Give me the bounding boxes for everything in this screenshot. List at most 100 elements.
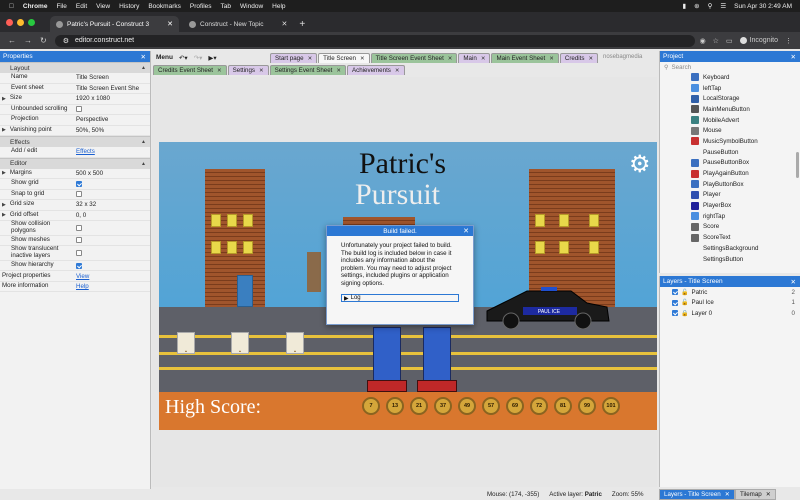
property-value[interactable]: [75, 224, 150, 231]
editor-tab[interactable]: Credits ✕: [559, 53, 599, 63]
property-value[interactable]: View: [75, 273, 150, 280]
editor-tab[interactable]: Credits Event Sheet ✕: [153, 65, 227, 75]
close-tab-icon[interactable]: ✕: [167, 20, 173, 28]
giraffe-sprite[interactable]: ▲: [231, 332, 249, 354]
property-value[interactable]: 500 x 500: [75, 170, 150, 177]
collapse-icon[interactable]: ▲: [141, 65, 146, 71]
unlock-icon[interactable]: 🔓: [681, 289, 688, 296]
project-item[interactable]: rightTap: [660, 211, 800, 222]
property-checkbox[interactable]: [76, 180, 82, 187]
property-value[interactable]: 0, 0: [75, 212, 150, 219]
back-icon[interactable]: ←: [8, 36, 16, 45]
project-search[interactable]: ⚲ Search: [660, 62, 800, 72]
score-coin[interactable]: 57: [482, 397, 500, 415]
section-effects[interactable]: Effects ▲: [0, 136, 150, 147]
close-panel-icon[interactable]: ✕: [141, 53, 146, 61]
maximize-window-button[interactable]: [28, 19, 35, 26]
section-editor[interactable]: Editor ▲: [0, 157, 150, 169]
menu-help[interactable]: Help: [272, 3, 285, 10]
game-title-line1[interactable]: Patric's: [359, 147, 446, 181]
patric-character-sprite[interactable]: [307, 252, 321, 292]
bottom-tab[interactable]: Tilemap ✕: [734, 489, 776, 500]
browser-tab-new-topic[interactable]: Construct - New Topic ✕: [183, 16, 293, 32]
editor-tab[interactable]: Main Event Sheet ✕: [491, 53, 559, 63]
property-checkbox[interactable]: [76, 249, 82, 256]
giraffe-sprite[interactable]: ▲: [177, 332, 195, 354]
property-value[interactable]: Perspective: [75, 116, 150, 123]
property-value[interactable]: Effects: [75, 148, 150, 155]
property-value[interactable]: [75, 191, 150, 198]
bookmark-star-icon[interactable]: ☆: [713, 37, 719, 45]
editor-tab[interactable]: Settings ✕: [227, 65, 269, 75]
property-value[interactable]: Title Screen: [75, 74, 150, 81]
score-coin[interactable]: 101: [602, 397, 620, 415]
editor-tab[interactable]: Title Screen ✕: [318, 53, 370, 63]
search-spotlight-icon[interactable]: ⚲: [708, 2, 713, 10]
property-checkbox[interactable]: [76, 224, 82, 231]
control-center-icon[interactable]: ☰: [720, 2, 726, 10]
close-tab-icon[interactable]: ✕: [589, 56, 594, 62]
project-item[interactable]: PauseButtonBox: [660, 158, 800, 169]
game-title-line2[interactable]: Pursuit: [355, 178, 440, 212]
layer-row[interactable]: 🔒 Layer 0 0: [660, 308, 800, 319]
left-building[interactable]: [205, 169, 265, 307]
menu-tab[interactable]: Tab: [221, 3, 231, 10]
menubar-app-name[interactable]: Chrome: [23, 3, 48, 10]
editor-tab[interactable]: Title Screen Event Sheet ✕: [370, 53, 458, 63]
layer-row[interactable]: 🔓 Patric 2: [660, 287, 800, 298]
settings-gear-icon[interactable]: ⚙: [629, 150, 651, 179]
project-item[interactable]: SettingsButton: [660, 254, 800, 265]
project-item[interactable]: MainMenuButton: [660, 104, 800, 115]
property-value[interactable]: 32 x 32: [75, 201, 150, 208]
eye-off-icon[interactable]: ◉: [700, 37, 706, 45]
lock-icon[interactable]: 🔒: [681, 310, 688, 317]
editor-tab[interactable]: Settings Event Sheet ✕: [269, 65, 347, 75]
property-value[interactable]: [75, 237, 150, 244]
project-scrollbar[interactable]: [796, 152, 799, 178]
score-coin[interactable]: 49: [458, 397, 476, 415]
log-expander[interactable]: ▶ Log: [341, 294, 459, 302]
layer-visible-checkbox[interactable]: [672, 289, 678, 296]
section-layout[interactable]: Layout ▲: [0, 62, 150, 73]
close-panel-icon[interactable]: ✕: [791, 278, 796, 286]
menu-edit[interactable]: Edit: [76, 3, 87, 10]
incognito-badge[interactable]: Incognito: [739, 37, 778, 44]
collapse-icon[interactable]: ▲: [141, 161, 146, 167]
menu-file[interactable]: File: [56, 3, 66, 10]
close-tab-icon[interactable]: ✕: [336, 68, 341, 74]
property-checkbox[interactable]: [76, 106, 82, 113]
property-checkbox[interactable]: [76, 191, 82, 198]
unlock-icon[interactable]: 🔓: [681, 299, 688, 306]
score-coin[interactable]: 69: [506, 397, 524, 415]
property-value[interactable]: [75, 262, 150, 269]
project-item[interactable]: SettingsBackground: [660, 243, 800, 254]
property-link[interactable]: Help: [76, 283, 89, 290]
menu-history[interactable]: History: [119, 3, 139, 10]
property-link[interactable]: View: [76, 273, 89, 280]
menu-button[interactable]: Menu: [156, 54, 173, 61]
property-checkbox[interactable]: [76, 237, 82, 244]
url-field[interactable]: ⚙ editor.construct.net: [54, 34, 695, 47]
property-value[interactable]: Help: [75, 283, 150, 290]
close-tab-icon[interactable]: ✕: [481, 56, 486, 62]
property-checkbox[interactable]: [76, 262, 82, 269]
project-item[interactable]: Score: [660, 222, 800, 233]
property-value[interactable]: 50%, 50%: [75, 127, 150, 134]
close-window-button[interactable]: [6, 19, 13, 26]
layer-row[interactable]: 🔓 Paul Ice 1: [660, 298, 800, 309]
project-item[interactable]: ScoreText: [660, 232, 800, 243]
editor-tab[interactable]: Achievements ✕: [347, 65, 405, 75]
close-tab-icon[interactable]: ✕: [725, 491, 730, 498]
close-tab-icon[interactable]: ✕: [549, 56, 554, 62]
menu-profiles[interactable]: Profiles: [190, 3, 212, 10]
project-item[interactable]: PlayAgainButton: [660, 168, 800, 179]
project-item[interactable]: PlayerBox: [660, 200, 800, 211]
high-score-label[interactable]: High Score:: [165, 396, 261, 419]
more-menu-icon[interactable]: ⋮: [785, 37, 792, 45]
editor-tab[interactable]: Main ✕: [458, 53, 491, 63]
police-car-sprite[interactable]: PAUL ICE: [483, 287, 611, 329]
property-value[interactable]: Title Screen Event She: [75, 85, 150, 92]
site-info-icon[interactable]: ⚙: [63, 37, 69, 45]
project-item[interactable]: Keyboard: [660, 72, 800, 83]
close-tab-icon[interactable]: ✕: [448, 56, 453, 62]
